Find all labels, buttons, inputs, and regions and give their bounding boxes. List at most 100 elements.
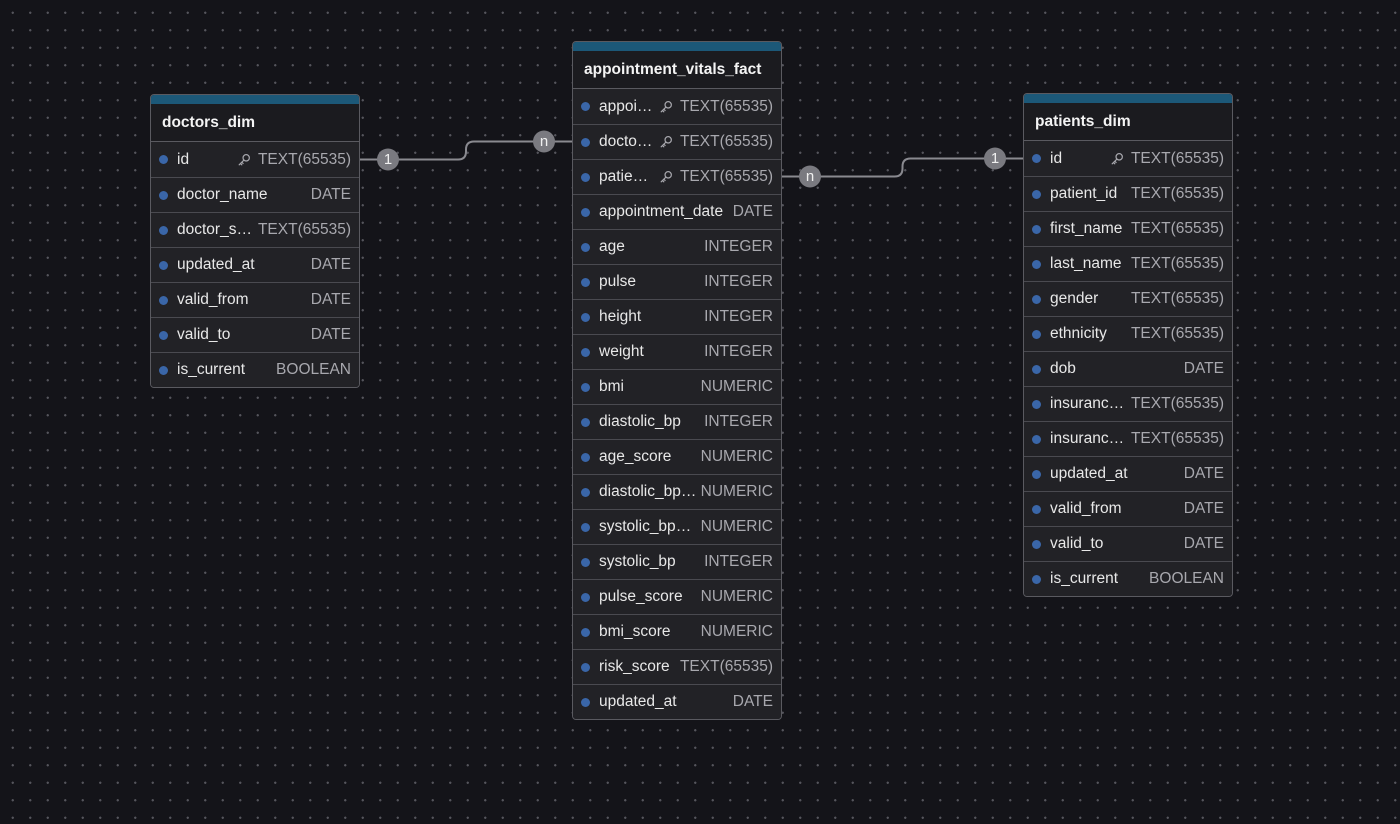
column-name: last_name	[1050, 255, 1122, 272]
column-name: updated_at	[177, 256, 255, 273]
column-row[interactable]: age_score NUMERIC	[573, 439, 781, 474]
column-name: age_score	[599, 448, 672, 465]
column-row[interactable]: valid_from DATE	[1024, 491, 1232, 526]
column-name: dob	[1050, 360, 1076, 377]
column-row[interactable]: valid_to DATE	[151, 317, 359, 352]
column-type: NUMERIC	[700, 483, 773, 500]
column-row[interactable]: doctor_name DATE	[151, 177, 359, 212]
column-dot-icon	[581, 137, 590, 147]
column-type: NUMERIC	[700, 518, 773, 535]
column-type: DATE	[310, 256, 351, 273]
column-name: weight	[599, 343, 644, 360]
column-name: appointment_date	[599, 203, 724, 220]
column-row[interactable]: gender TEXT(65535)	[1024, 281, 1232, 316]
column-row[interactable]: pulse_score NUMERIC	[573, 579, 781, 614]
column-type: DATE	[1183, 500, 1224, 517]
column-row[interactable]: ethnicity TEXT(65535)	[1024, 316, 1232, 351]
diagram-canvas[interactable]: 1 n n 1 doctors_dim id TEXT(65535) doctor_nam…	[0, 0, 1400, 824]
key-icon	[238, 153, 250, 165]
column-type: TEXT(65535)	[1130, 185, 1224, 202]
svg-text:n: n	[806, 168, 814, 185]
cardinality-badge: 1	[377, 148, 399, 171]
column-row[interactable]: bmi NUMERIC	[573, 369, 781, 404]
column-row[interactable]: updated_at DATE	[573, 684, 781, 719]
column-dot-icon	[1032, 399, 1041, 409]
column-row[interactable]: bmi_score NUMERIC	[573, 614, 781, 649]
column-list: appoi… TEXT(65535) docto… TEXT(65535) patien…	[573, 89, 781, 719]
column-type: TEXT(65535)	[1130, 430, 1224, 447]
column-name: docto…	[599, 133, 653, 150]
key-icon	[660, 100, 672, 112]
column-name: insuranc…	[1050, 430, 1125, 447]
table-title[interactable]: doctors_dim	[151, 104, 359, 142]
column-row[interactable]: valid_from DATE	[151, 282, 359, 317]
column-row[interactable]: insuranc… TEXT(65535)	[1024, 421, 1232, 456]
column-row[interactable]: risk_score TEXT(65535)	[573, 649, 781, 684]
column-row[interactable]: id TEXT(65535)	[1024, 141, 1232, 176]
cardinality-badge: 1	[984, 147, 1006, 170]
column-row[interactable]: weight INTEGER	[573, 334, 781, 369]
column-row[interactable]: is_current BOOLEAN	[151, 352, 359, 387]
column-dot-icon	[1032, 574, 1041, 584]
column-row[interactable]: height INTEGER	[573, 299, 781, 334]
column-dot-icon	[581, 312, 590, 322]
column-name: valid_to	[177, 326, 231, 343]
column-row[interactable]: diastolic_bp… NUMERIC	[573, 474, 781, 509]
column-row[interactable]: appointment_date DATE	[573, 194, 781, 229]
column-dot-icon	[581, 452, 590, 462]
svg-text:1: 1	[991, 150, 999, 167]
column-row[interactable]: dob DATE	[1024, 351, 1232, 386]
column-row[interactable]: diastolic_bp INTEGER	[573, 404, 781, 439]
column-name: id	[177, 150, 190, 168]
table-appointment-vitals-fact[interactable]: appointment_vitals_fact appoi… TEXT(65535…	[572, 41, 782, 720]
column-name: is_current	[177, 361, 246, 378]
column-row[interactable]: systolic_bp INTEGER	[573, 544, 781, 579]
column-name: bmi_score	[599, 623, 671, 640]
column-row[interactable]: updated_at DATE	[1024, 456, 1232, 491]
column-row[interactable]: valid_to DATE	[1024, 526, 1232, 561]
column-row[interactable]: patient_id TEXT(65535)	[1024, 176, 1232, 211]
column-row[interactable]: appoi… TEXT(65535)	[573, 89, 781, 124]
column-name: patien…	[599, 168, 653, 185]
column-dot-icon	[581, 592, 590, 602]
column-name: insuranc…	[1050, 395, 1125, 412]
table-doctors-dim[interactable]: doctors_dim id TEXT(65535) doctor_name DATE…	[150, 94, 360, 388]
table-title[interactable]: appointment_vitals_fact	[573, 51, 781, 89]
column-dot-icon	[1032, 329, 1041, 339]
column-row[interactable]: id TEXT(65535)	[151, 142, 359, 177]
column-row[interactable]: pulse INTEGER	[573, 264, 781, 299]
column-name: updated_at	[599, 693, 677, 710]
column-type: TEXT(65535)	[1130, 220, 1224, 237]
column-row[interactable]: docto… TEXT(65535)	[573, 124, 781, 159]
column-row[interactable]: patien… TEXT(65535)	[573, 159, 781, 194]
table-title[interactable]: patients_dim	[1024, 103, 1232, 141]
column-name: risk_score	[599, 658, 670, 675]
column-row[interactable]: systolic_bp_… NUMERIC	[573, 509, 781, 544]
column-row[interactable]: age INTEGER	[573, 229, 781, 264]
key-icon	[660, 171, 672, 183]
column-type: NUMERIC	[700, 623, 773, 640]
column-row[interactable]: doctor_s… TEXT(65535)	[151, 212, 359, 247]
column-dot-icon	[1032, 154, 1041, 163]
column-dot-icon	[581, 522, 590, 532]
column-type: DATE	[310, 326, 351, 343]
column-row[interactable]: last_name TEXT(65535)	[1024, 246, 1232, 281]
column-dot-icon	[581, 697, 590, 707]
column-type: DATE	[310, 291, 351, 308]
column-dot-icon	[581, 487, 590, 497]
column-row[interactable]: first_name TEXT(65535)	[1024, 211, 1232, 246]
column-row[interactable]: updated_at DATE	[151, 247, 359, 282]
column-row[interactable]: is_current BOOLEAN	[1024, 561, 1232, 596]
relationship-line[interactable]	[782, 157, 1023, 178]
table-patients-dim[interactable]: patients_dim id TEXT(65535) patient_id TEXT…	[1023, 93, 1233, 597]
column-name: doctor_name	[177, 186, 268, 203]
column-name: appoi…	[599, 97, 653, 115]
relationship-line[interactable]	[360, 140, 572, 161]
column-dot-icon	[581, 277, 590, 287]
column-name: updated_at	[1050, 465, 1128, 482]
svg-text:n: n	[540, 133, 548, 150]
column-name: height	[599, 308, 642, 325]
column-type: TEXT(65535)	[257, 150, 351, 168]
column-row[interactable]: insuranc… TEXT(65535)	[1024, 386, 1232, 421]
column-type: NUMERIC	[700, 378, 773, 395]
